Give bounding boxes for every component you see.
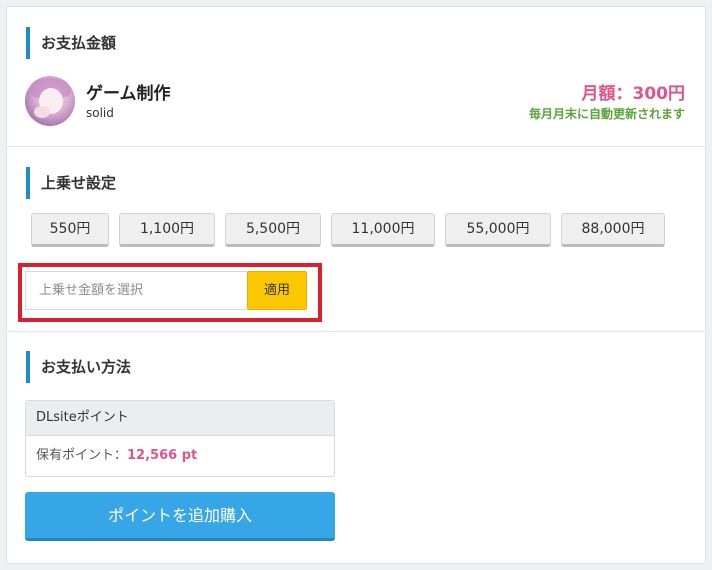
amount-button-550[interactable]: 550円 (31, 213, 109, 247)
points-box: DLsiteポイント 保有ポイント：12,566 pt (25, 400, 335, 477)
topup-amount-select[interactable] (25, 271, 247, 310)
points-row: 保有ポイント：12,566 pt (26, 436, 334, 476)
apply-button[interactable]: 適用 (247, 271, 307, 310)
amount-button-5500[interactable]: 5,500円 (225, 213, 321, 247)
points-value: 12,566 pt (127, 448, 198, 463)
creator-name: ゲーム制作 (86, 84, 171, 104)
renewal-note: 毎月月末に自動更新されます (528, 107, 685, 121)
payment-method-heading: お支払い方法 (26, 351, 131, 383)
plan-name: solid (86, 106, 114, 120)
amount-button-11000[interactable]: 11,000円 (331, 213, 435, 247)
topup-heading: 上乗せ設定 (26, 167, 116, 199)
buy-points-button[interactable]: ポイントを追加購入 (25, 492, 335, 541)
payment-amount-section: お支払金額 ゲーム制作 solid 月額：300円 毎月月末に自動更新されます (7, 7, 705, 147)
amount-button-88000[interactable]: 88,000円 (561, 213, 665, 247)
monthly-price: 月額：300円 (581, 84, 686, 104)
amount-button-55000[interactable]: 55,000円 (445, 213, 551, 247)
points-title: DLsiteポイント (26, 401, 334, 436)
creator-avatar (25, 76, 75, 126)
points-label: 保有ポイント： (36, 448, 128, 463)
amount-button-1100[interactable]: 1,100円 (119, 213, 215, 247)
payment-amount-heading: お支払金額 (26, 27, 116, 59)
